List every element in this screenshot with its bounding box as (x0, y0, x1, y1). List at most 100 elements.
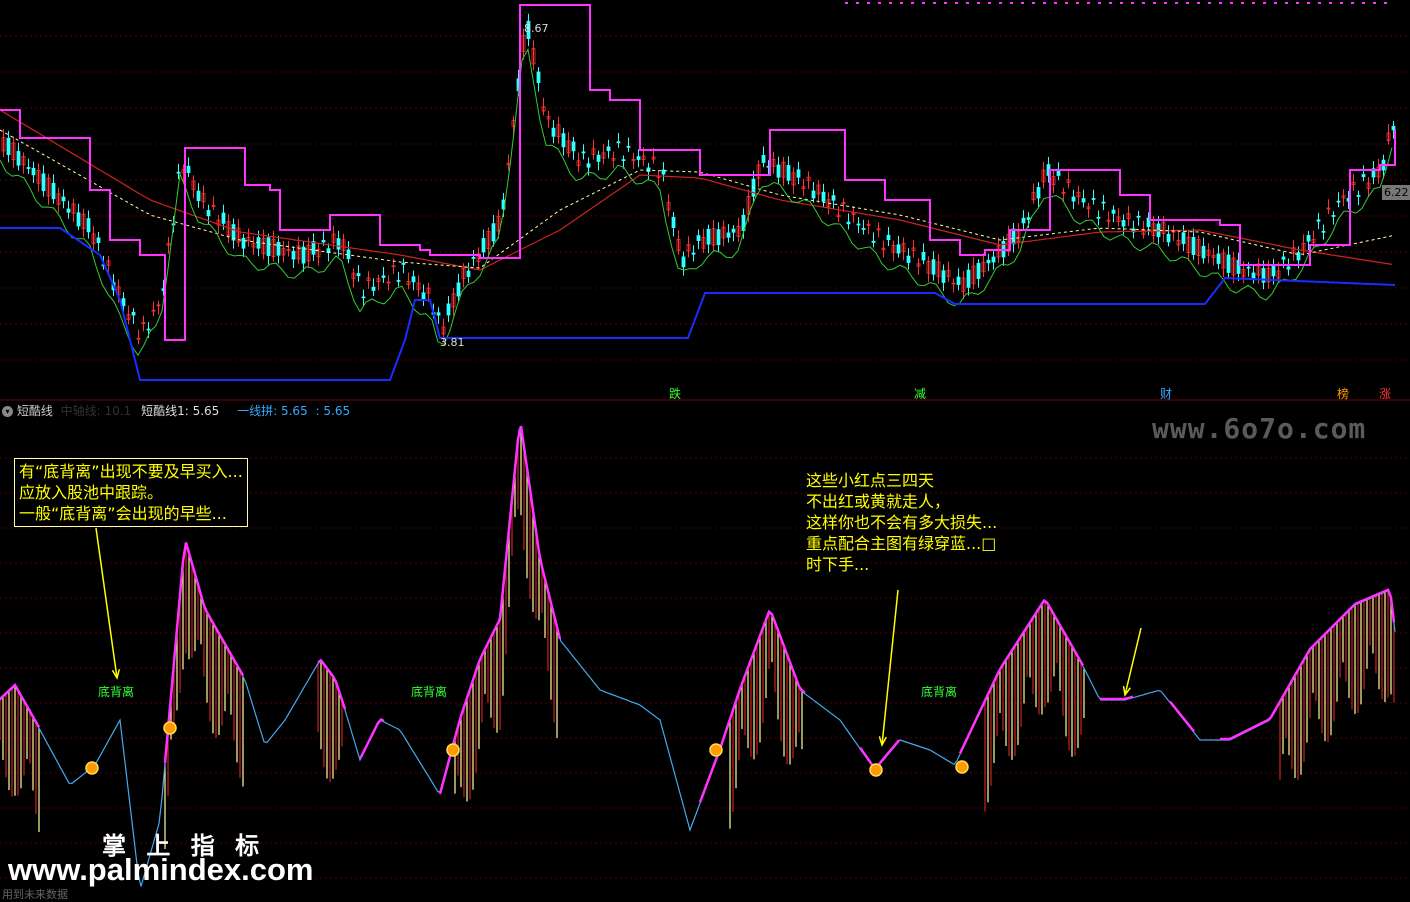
candle-body (896, 244, 901, 254)
signal-bang: 榜 (1337, 387, 1350, 401)
candle-body (466, 270, 471, 277)
candle-body (1316, 219, 1321, 222)
signal-die: 跌 (669, 387, 682, 401)
top-marker-dot (1263, 2, 1266, 4)
top-marker-dot (1329, 2, 1332, 4)
candle-body (221, 212, 226, 224)
candle-body (1091, 198, 1096, 200)
candle-body (66, 208, 71, 213)
top-marker-dot (911, 2, 914, 4)
candle-body (536, 71, 541, 84)
candle-body (1321, 230, 1326, 233)
blue-support-line (0, 227, 1396, 381)
candle-body (371, 286, 376, 291)
candle-body (831, 195, 836, 201)
candle-body (301, 246, 306, 264)
candle-body (706, 228, 711, 245)
candle-body (761, 155, 766, 163)
top-marker-dot (1186, 2, 1189, 4)
green-envelope-line (0, 47, 1393, 357)
candle-body (186, 165, 191, 174)
top-marker-dot (1131, 2, 1134, 4)
candle-body (1056, 170, 1061, 176)
candle-body (976, 263, 981, 279)
candle-body (31, 168, 36, 176)
top-marker-dot (1230, 2, 1233, 4)
candle-body (1306, 235, 1311, 242)
grid-lines (0, 35, 1410, 879)
top-marker-dot (1065, 2, 1068, 4)
candle-body (681, 256, 686, 268)
candle-body (931, 259, 936, 275)
line-value: : 5.65 (315, 404, 351, 418)
signal-dot (869, 763, 883, 777)
candle-body (96, 237, 101, 244)
candlestick-chart-canvas[interactable] (0, 0, 1410, 899)
candle-body (456, 282, 461, 297)
candle-body (956, 276, 961, 285)
top-marker-dot (1296, 2, 1299, 4)
candle-body (291, 250, 296, 260)
signal-dot (709, 743, 723, 757)
candle-body (411, 276, 416, 283)
candle-body (1281, 256, 1286, 260)
candle-body (691, 252, 696, 255)
candle-body (941, 270, 946, 283)
magenta-stop-line (0, 4, 1396, 341)
candle-body (986, 259, 991, 264)
candle-body (1191, 237, 1196, 255)
candle-body (1096, 216, 1101, 219)
candle-body (581, 151, 586, 154)
candle-body (1356, 195, 1361, 197)
top-marker-dot (1087, 2, 1090, 4)
indicator-magenta-segment (358, 717, 385, 760)
candle-body (241, 237, 246, 249)
candle-body (811, 190, 816, 199)
top-marker-dot (1164, 2, 1167, 4)
top-marker-dot (1241, 2, 1244, 4)
collapse-chevron-icon[interactable]: ▾ (2, 406, 13, 417)
top-marker-dot (933, 2, 936, 4)
candle-body (596, 154, 601, 162)
candle-body (1251, 272, 1256, 280)
candle-body (921, 252, 926, 261)
candle-body (626, 145, 631, 148)
candle-body (121, 298, 126, 307)
top-marker-dot (889, 2, 892, 4)
candle-body (396, 280, 401, 282)
candle-body (401, 262, 406, 265)
signal-dot (446, 743, 460, 757)
signal-jian: 减 (914, 387, 927, 401)
candle-body (1121, 220, 1126, 227)
top-marker-dot (1340, 2, 1343, 4)
top-marker-dot (856, 2, 859, 4)
top-marker-dot (867, 2, 870, 4)
divergence-label-2: 底背离 (411, 685, 448, 699)
current-price-tag: 6.22 (1382, 185, 1410, 200)
indicator-header: ▾ 短酷线 中轴线: 10.1 短酷线1: 5.65 一线拼: 5.65 : 5… (2, 402, 350, 419)
candle-body (336, 238, 341, 250)
candle-body (1181, 232, 1186, 244)
candle-body (321, 239, 326, 243)
indicator-name[interactable]: 短酷线 (17, 404, 53, 418)
top-marker-dot (1054, 2, 1057, 4)
signal-cai: 财 (1160, 387, 1173, 401)
top-marker-dot (1219, 2, 1222, 4)
top-marker-dot (1362, 2, 1365, 4)
top-marker-dot (1142, 2, 1145, 4)
arrow-line (1124, 627, 1142, 696)
high-price-value: 8.67 (524, 22, 549, 35)
candle-body (41, 173, 46, 192)
indicator-value-label: 短酷线1: 5.65 (141, 404, 220, 418)
candle-body (1136, 215, 1141, 218)
top-marker-dot (1197, 2, 1200, 4)
candle-body (561, 133, 566, 148)
top-marker-dot (1076, 2, 1079, 4)
candle-body (551, 127, 556, 137)
top-marker-dot (878, 2, 881, 4)
top-marker-dot (1109, 2, 1112, 4)
top-marker-dot (1208, 2, 1211, 4)
annotation-right-line-2: 不出红或黄就走人， (806, 492, 951, 511)
candle-body (846, 221, 851, 225)
candle-body (146, 328, 151, 331)
